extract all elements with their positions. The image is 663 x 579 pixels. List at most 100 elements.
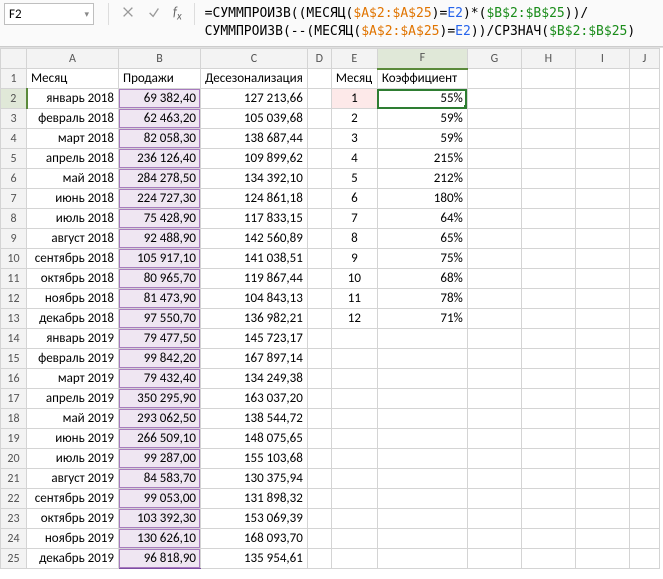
cell[interactable]: 71% [377, 309, 467, 329]
cell[interactable]: март 2019 [27, 369, 119, 389]
cell[interactable] [467, 309, 521, 329]
cell[interactable]: 168 093,70 [201, 529, 308, 549]
cancel-icon[interactable] [121, 5, 135, 23]
cell[interactable]: июль 2018 [27, 209, 119, 229]
cell[interactable] [575, 529, 629, 549]
cell[interactable]: январь 2019 [27, 329, 119, 349]
cell[interactable]: 68% [377, 269, 467, 289]
cell[interactable] [521, 149, 575, 169]
cell[interactable] [629, 509, 659, 529]
cell[interactable] [377, 409, 467, 429]
cell[interactable] [575, 149, 629, 169]
fx-icon[interactable]: fx [173, 5, 182, 23]
cell[interactable] [521, 489, 575, 509]
cell[interactable] [307, 289, 331, 309]
cell[interactable]: 109 899,62 [201, 149, 308, 169]
cell[interactable] [629, 449, 659, 469]
formula-input[interactable]: =СУММПРОИЗВ((МЕСЯЦ($A$2:$A$25)=E2)*($B$2… [201, 3, 659, 43]
cell[interactable] [521, 429, 575, 449]
cell[interactable] [521, 229, 575, 249]
cell[interactable] [467, 449, 521, 469]
cell[interactable]: 134 249,38 [201, 369, 308, 389]
cell[interactable] [467, 389, 521, 409]
cell[interactable]: 96 818,90 [119, 549, 201, 569]
cell[interactable]: октябрь 2018 [27, 269, 119, 289]
cell[interactable]: 138 544,72 [201, 409, 308, 429]
col-header-C[interactable]: C [201, 49, 308, 69]
cell[interactable]: 136 982,21 [201, 309, 308, 329]
cell[interactable]: апрель 2019 [27, 389, 119, 409]
cell[interactable] [307, 389, 331, 409]
cell[interactable] [307, 249, 331, 269]
cell[interactable] [377, 449, 467, 469]
cell[interactable] [521, 529, 575, 549]
cell[interactable] [467, 369, 521, 389]
cell[interactable]: 82 058,30 [119, 129, 201, 149]
cell[interactable] [377, 329, 467, 349]
col-header-I[interactable]: I [575, 49, 629, 69]
cell[interactable] [629, 549, 659, 569]
cell[interactable]: 2 [331, 109, 377, 129]
cell[interactable] [307, 449, 331, 469]
cell[interactable] [377, 429, 467, 449]
cell[interactable] [521, 89, 575, 109]
cell[interactable] [467, 549, 521, 569]
cell[interactable] [575, 389, 629, 409]
cell[interactable] [575, 309, 629, 329]
cell[interactable] [467, 349, 521, 369]
cell[interactable]: 163 037,20 [201, 389, 308, 409]
col-header-E[interactable]: E [331, 49, 377, 69]
cell[interactable] [467, 169, 521, 189]
cell[interactable] [629, 69, 659, 89]
cell[interactable]: декабрь 2018 [27, 309, 119, 329]
cell[interactable]: май 2019 [27, 409, 119, 429]
cell[interactable]: 55% [377, 89, 467, 109]
cell[interactable]: 104 843,13 [201, 289, 308, 309]
cell[interactable] [521, 309, 575, 329]
cell[interactable] [629, 469, 659, 489]
cell[interactable] [575, 269, 629, 289]
cell[interactable]: 84 583,70 [119, 469, 201, 489]
cell[interactable]: 75% [377, 249, 467, 269]
cell[interactable]: февраль 2018 [27, 109, 119, 129]
row-header[interactable]: 20 [1, 449, 27, 469]
cell[interactable] [307, 489, 331, 509]
cell[interactable]: 148 075,65 [201, 429, 308, 449]
cell[interactable] [629, 209, 659, 229]
cell[interactable] [307, 309, 331, 329]
cell[interactable]: 79 432,40 [119, 369, 201, 389]
cell[interactable] [575, 329, 629, 349]
select-all-corner[interactable] [1, 49, 27, 69]
cell[interactable] [521, 349, 575, 369]
cell[interactable] [307, 169, 331, 189]
cell[interactable]: 130 626,10 [119, 529, 201, 549]
cell[interactable]: 131 898,32 [201, 489, 308, 509]
cell[interactable] [307, 69, 331, 89]
cell[interactable] [331, 409, 377, 429]
row-header[interactable]: 22 [1, 489, 27, 509]
cell[interactable]: 350 295,90 [119, 389, 201, 409]
cell[interactable]: 92 488,90 [119, 229, 201, 249]
col-header-J[interactable]: J [629, 49, 659, 69]
cell[interactable]: 127 213,66 [201, 89, 308, 109]
cell[interactable] [307, 369, 331, 389]
cell[interactable] [575, 469, 629, 489]
cell[interactable] [521, 469, 575, 489]
cell[interactable] [575, 89, 629, 109]
cell[interactable] [467, 89, 521, 109]
cell[interactable]: 215% [377, 149, 467, 169]
row-header[interactable]: 14 [1, 329, 27, 349]
row-header[interactable]: 19 [1, 429, 27, 449]
cell[interactable]: 59% [377, 109, 467, 129]
cell[interactable]: 3 [331, 129, 377, 149]
cell[interactable]: 59% [377, 129, 467, 149]
col-header-F[interactable]: F [377, 49, 467, 69]
cell[interactable]: апрель 2018 [27, 149, 119, 169]
cell[interactable] [331, 529, 377, 549]
cell[interactable] [307, 429, 331, 449]
spreadsheet-grid[interactable]: A B C D E F G H I J 1МесяцПродажиДесезон… [0, 47, 663, 569]
cell[interactable] [467, 149, 521, 169]
cell[interactable] [575, 209, 629, 229]
cell[interactable] [307, 109, 331, 129]
cell[interactable] [575, 289, 629, 309]
